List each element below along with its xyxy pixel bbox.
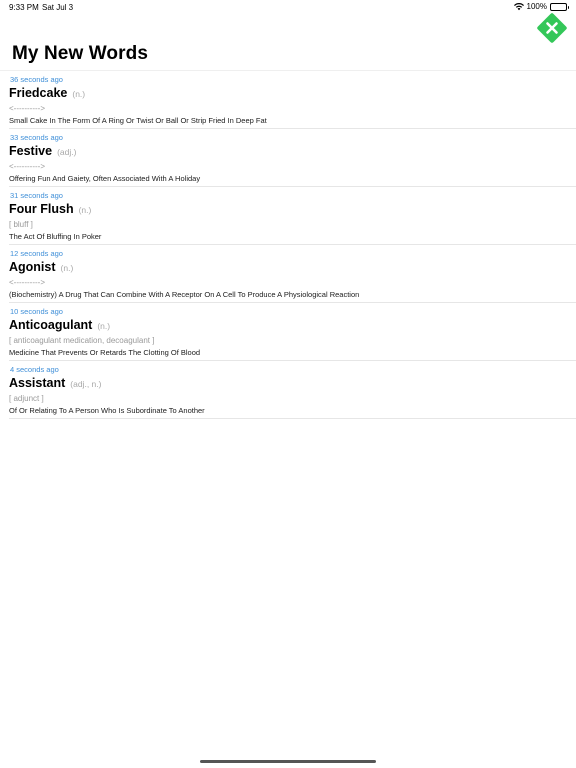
entry-definition: Medicine That Prevents Or Retards The Cl… [9,348,201,357]
entry-synonyms: <----------> [9,162,45,171]
word-entry[interactable]: 31 seconds ago Four Flush (n.) [ bluff ]… [9,187,576,245]
entry-timestamp: 33 seconds ago [10,133,63,142]
entry-timestamp: 10 seconds ago [10,307,63,316]
entry-part-of-speech: (n.) [78,205,92,215]
entry-word: Agonist [9,260,56,274]
entry-timestamp: 36 seconds ago [10,75,63,84]
entry-word: Anticoagulant [9,318,93,332]
entry-word: Festive [9,144,53,158]
wifi-icon [513,2,524,11]
entry-timestamp: 12 seconds ago [10,249,63,258]
entry-word: Four Flush [9,202,74,216]
entry-word: Friedcake [9,86,68,100]
word-entry[interactable]: 12 seconds ago Agonist (n.) <---------->… [9,245,576,303]
word-entry[interactable]: 10 seconds ago Anticoagulant (n.) [ anti… [9,303,576,361]
entry-synonyms: [ bluff ] [9,220,33,229]
word-entry[interactable]: 33 seconds ago Festive (adj.) <---------… [9,129,576,187]
entry-definition: Of Or Relating To A Person Who Is Subord… [9,406,205,415]
home-indicator[interactable] [200,760,376,763]
word-entry[interactable]: 4 seconds ago Assistant (adj., n.) [ adj… [9,361,576,419]
entry-part-of-speech: (adj.) [57,147,77,157]
entry-synonyms: <----------> [9,104,45,113]
entry-word: Assistant [9,376,66,390]
entry-definition: The Act Of Bluffing In Poker [9,232,102,241]
entry-timestamp: 31 seconds ago [10,191,63,200]
status-time: 9:33 PM [9,3,39,12]
entry-part-of-speech: (n.) [60,263,74,273]
status-bar: 9:33 PM Sat Jul 3 100% [0,0,576,16]
battery-full-icon [550,2,569,11]
entry-synonyms: <----------> [9,278,45,287]
entry-part-of-speech: (n.) [72,89,86,99]
entry-synonyms: [ adjunct ] [9,394,44,403]
entry-definition: Offering Fun And Gaiety, Often Associate… [9,174,201,183]
entry-part-of-speech: (n.) [97,321,111,331]
entry-definition: (Biochemistry) A Drug That Can Combine W… [9,290,360,299]
entry-definition: Small Cake In The Form Of A Ring Or Twis… [9,116,267,125]
word-list: 36 seconds ago Friedcake (n.) <---------… [0,71,576,419]
close-button[interactable] [536,12,568,44]
entry-timestamp: 4 seconds ago [10,365,59,374]
page-title: My New Words [12,43,148,64]
battery-percentage: 100% [526,2,547,11]
close-icon [537,13,567,43]
entry-synonyms: [ anticoagulant medication, decoagulant … [9,336,155,345]
status-date: Sat Jul 3 [42,3,74,12]
word-entry[interactable]: 36 seconds ago Friedcake (n.) <---------… [9,71,576,129]
status-indicators: 100% [513,2,569,11]
entry-part-of-speech: (adj., n.) [70,379,102,389]
